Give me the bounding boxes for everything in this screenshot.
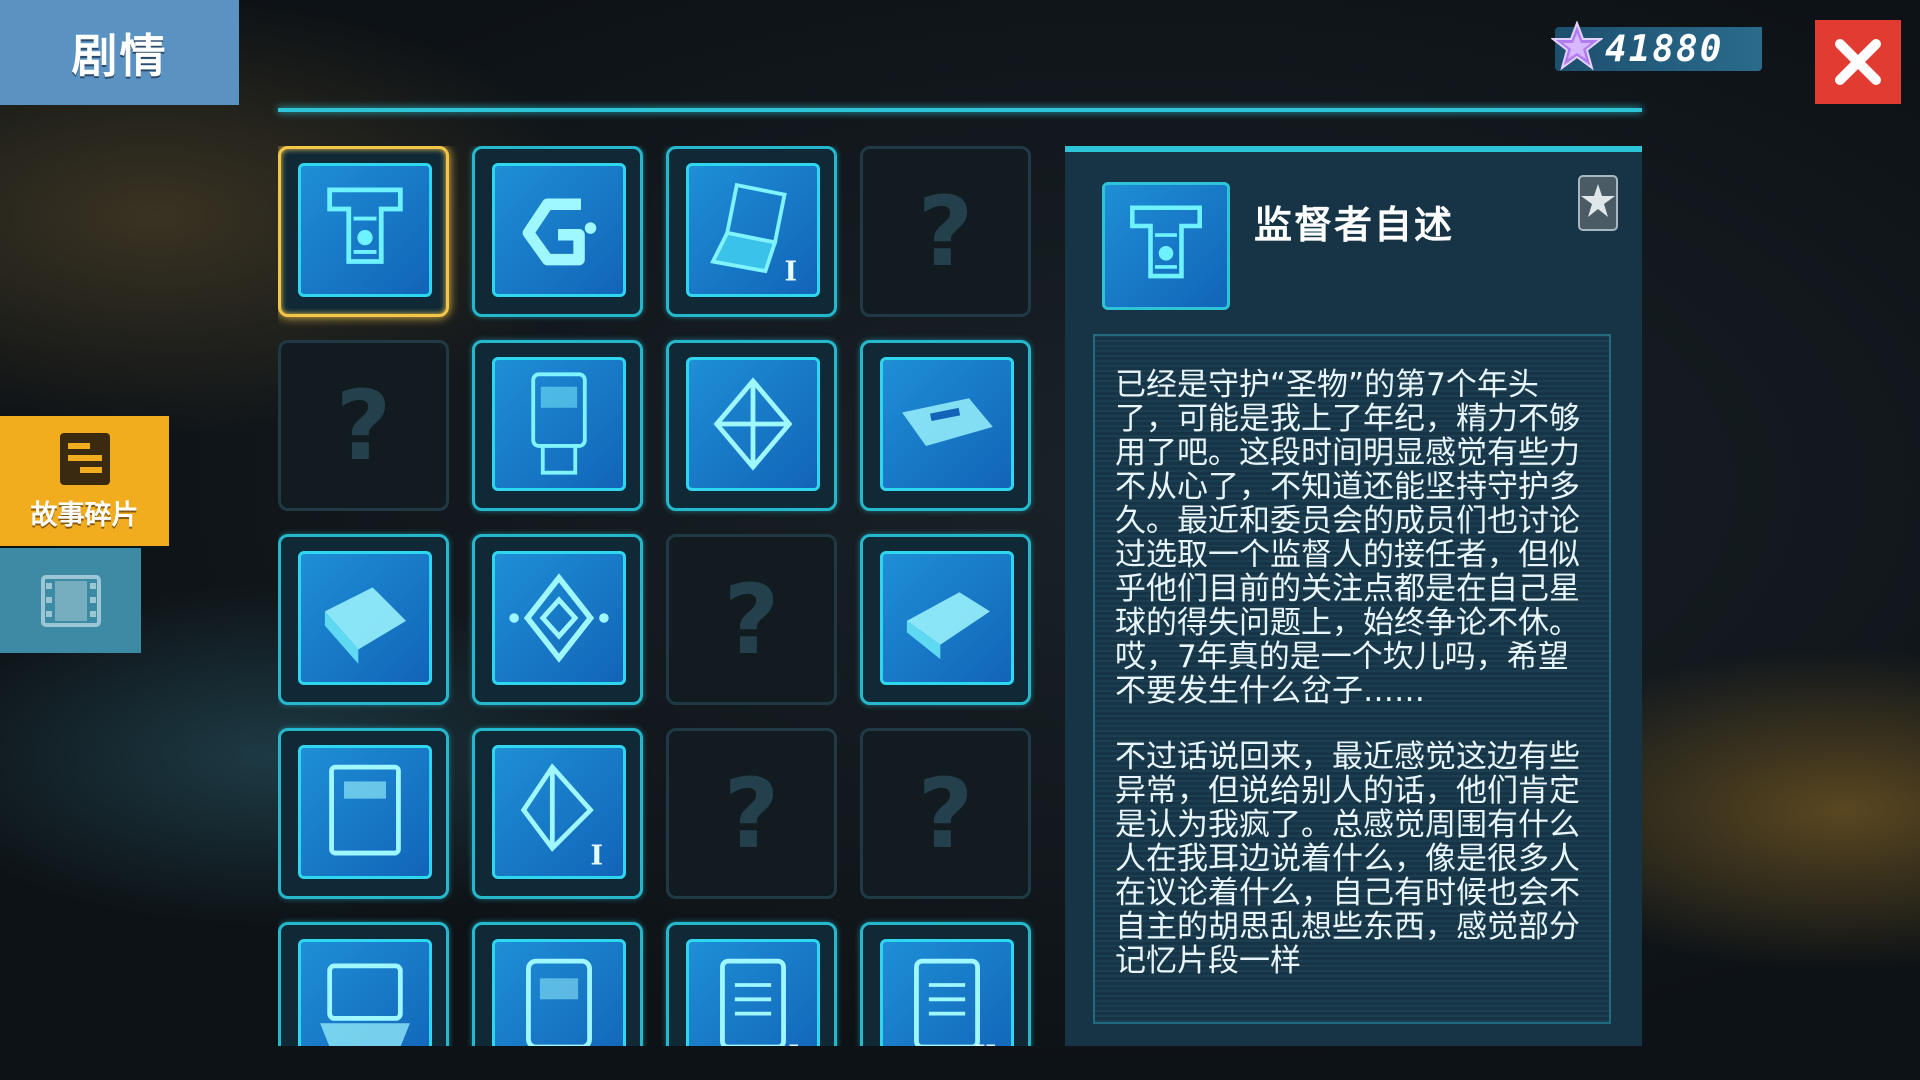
grid-item-locked[interactable]: ? [666, 534, 837, 705]
tab-story-fragments[interactable]: 故事碎片 [0, 416, 169, 546]
document-icon: II [914, 958, 996, 1046]
notebook-icon [329, 764, 401, 856]
grid-item-document[interactable]: I [666, 922, 837, 1046]
tab-story-fragments-label: 故事碎片 [30, 499, 139, 531]
silver-star-badge-icon [1578, 175, 1618, 231]
header-divider [278, 108, 1642, 112]
grid-item-robot-device[interactable] [472, 922, 643, 1046]
grid-item-laptop[interactable]: I [666, 146, 837, 317]
circuit-board-icon [1130, 205, 1202, 279]
console-icon [320, 963, 410, 1046]
question-mark-icon: ? [917, 757, 974, 870]
detail-panel: 监督者自述 已经是守护“圣物”的第7个年头了，可能是我上了年纪，精力不够用了吧。… [1065, 146, 1642, 1046]
fragment-grid: I ? ? ? I ? ? I II [278, 146, 1038, 1046]
purple-star-gem-icon [1551, 21, 1603, 71]
close-button[interactable] [1815, 20, 1901, 104]
grid-item-badge: I [591, 841, 604, 872]
film-strip-icon [40, 574, 101, 627]
question-mark-icon: ? [917, 175, 974, 288]
grid-item-crystal[interactable]: I [472, 728, 643, 899]
grid-item-diamond-emblem[interactable] [472, 534, 643, 705]
grid-item-locked[interactable]: ? [860, 728, 1031, 899]
grid-item-locked[interactable]: ? [278, 340, 449, 511]
grid-item-circuit-board[interactable] [278, 146, 449, 317]
grid-item-crystal[interactable] [666, 340, 837, 511]
tab-video[interactable] [0, 548, 141, 653]
detail-paragraph: 已经是守护“圣物”的第7个年头了，可能是我上了年纪，精力不够用了吧。这段时间明显… [1115, 367, 1580, 709]
grid-item-badge: I [788, 1040, 799, 1046]
book-icon [906, 592, 990, 660]
story-fragment-icon [59, 432, 110, 485]
grid-item-book[interactable] [278, 534, 449, 705]
grid-item-book[interactable] [860, 534, 1031, 705]
grid-item-usb-drive[interactable] [860, 340, 1031, 511]
grid-item-document[interactable]: II [860, 922, 1031, 1046]
detail-title: 监督者自述 [1254, 203, 1455, 247]
detail-thumbnail [1102, 182, 1230, 310]
grid-item-console[interactable] [278, 922, 449, 1046]
circuit-board-icon [327, 187, 403, 264]
robot-device-icon [526, 958, 592, 1046]
question-mark-icon: ? [335, 369, 392, 482]
grid-item-g-logo[interactable] [472, 146, 643, 317]
detail-paragraph: 不过话说回来，最近感觉这边有些异常，但说给别人的话，他们肯定是认为我疯了。总感觉… [1115, 739, 1580, 979]
grid-item-locked[interactable]: ? [860, 146, 1031, 317]
grid-item-locked[interactable]: ? [666, 728, 837, 899]
grid-item-handheld-device[interactable] [472, 340, 643, 511]
detail-text-scroll[interactable]: 已经是守护“圣物”的第7个年头了，可能是我上了年纪，精力不够用了吧。这段时间明显… [1093, 334, 1611, 1024]
grid-item-badge: I [785, 257, 798, 288]
grid-item-badge: II [975, 1040, 996, 1046]
crystal-icon: I [520, 763, 604, 872]
grid-item-notebook[interactable] [278, 728, 449, 899]
handheld-device-icon [531, 372, 587, 475]
crystal-icon [713, 377, 793, 471]
currency-amount: 41880 [1605, 28, 1724, 70]
diamond-emblem-icon [509, 573, 609, 663]
question-mark-icon: ? [723, 563, 780, 676]
question-mark-icon: ? [723, 757, 780, 870]
book-icon [324, 587, 407, 664]
laptop-icon: I [710, 182, 798, 288]
close-icon [1835, 39, 1881, 85]
page-title: 剧情 [0, 0, 239, 105]
g-logo-icon [522, 198, 597, 266]
currency-display: 41880 [1551, 21, 1762, 71]
usb-drive-icon [902, 398, 993, 446]
document-icon: I [720, 958, 799, 1046]
